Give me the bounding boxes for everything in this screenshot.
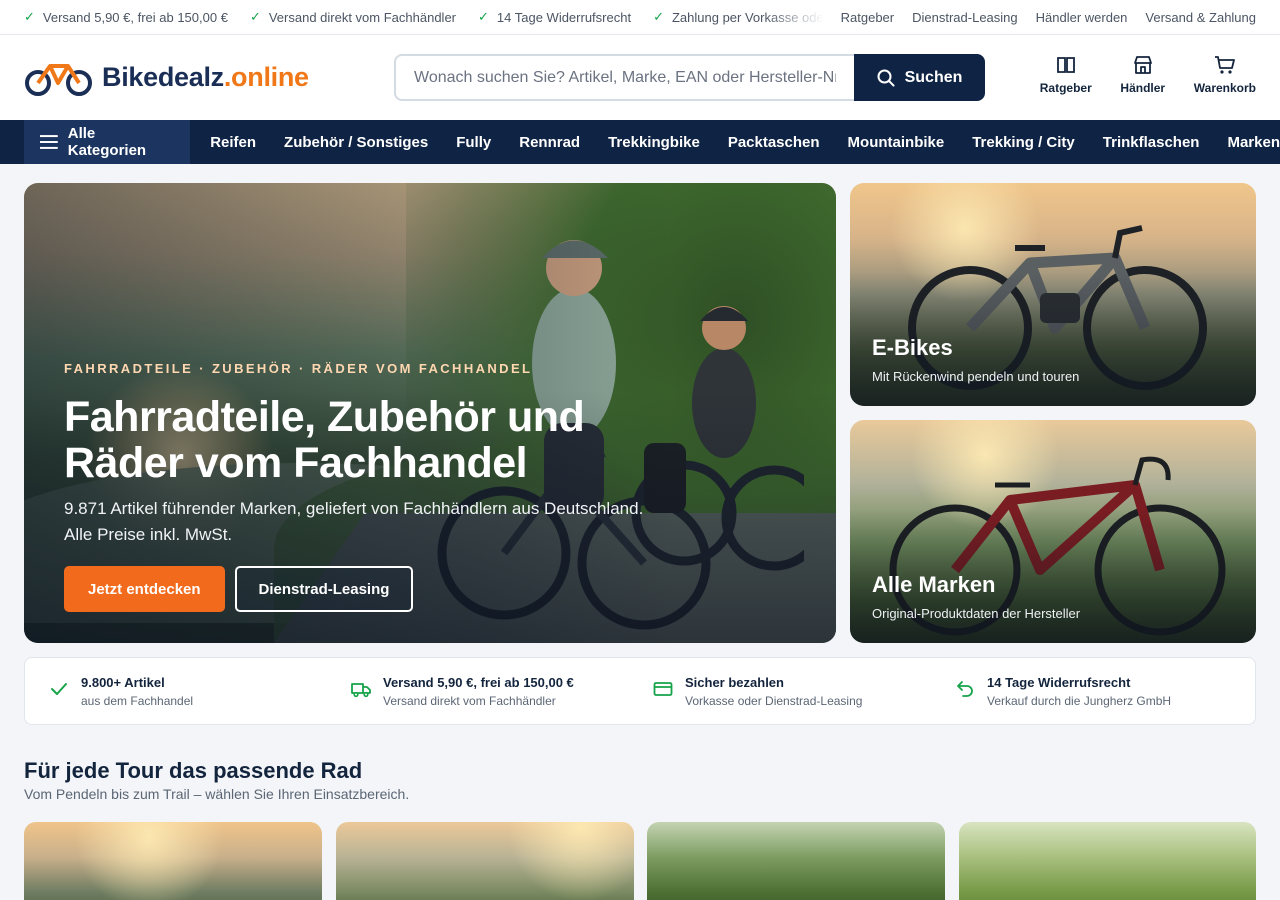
section-title: Für jede Tour das passende Rad — [24, 758, 363, 783]
top-link-ratgeber[interactable]: Ratgeber — [841, 10, 894, 25]
main-nav: Alle Kategorien Reifen Zubehör / Sonstig… — [0, 120, 1280, 164]
alle-marken-card[interactable]: Alle Marken Original-Produktdaten der He… — [850, 420, 1256, 643]
top-bar: ✓ Versand 5,90 €, frei ab 150,00 € ✓ Versa… — [0, 0, 1280, 35]
all-categories-button[interactable]: Alle Kategorien — [24, 120, 191, 164]
logo-text: Bikedealz.online — [102, 62, 309, 92]
credit-card-icon — [653, 681, 673, 696]
ebikes-card[interactable]: E-Bikes Mit Rückenwind pendeln und toure… — [850, 183, 1256, 406]
top-links: Ratgeber Dienstrad-Leasing Händler werde… — [841, 10, 1256, 25]
hero-content: FAHRRADTEILE · ZUBEHÖR · RÄDER VOM FACHH… — [64, 361, 704, 612]
hero-subtitle: 9.871 Artikel führender Marken, geliefer… — [64, 499, 644, 544]
top-link-versand-zahlung[interactable]: Versand & Zahlung — [1145, 10, 1256, 25]
book-icon — [1056, 57, 1075, 73]
logo[interactable]: Bikedealz.online — [24, 58, 394, 98]
search-button[interactable]: Suchen — [854, 54, 985, 101]
feature-item: Sicher bezahlen Vorkasse oder Dienstrad-L… — [629, 675, 931, 708]
nav-item-reifen[interactable]: Reifen — [210, 134, 256, 151]
nav-item-rennrad[interactable]: Rennrad — [519, 134, 580, 151]
card-title: E-Bikes — [872, 335, 953, 360]
nav-item-mountainbike[interactable]: Mountainbike — [848, 134, 945, 151]
tour-card[interactable] — [647, 822, 945, 900]
hero-banner: FAHRRADTEILE · ZUBEHÖR · RÄDER VOM FACHH… — [24, 183, 836, 643]
discover-button[interactable]: Jetzt entdecken — [64, 566, 225, 612]
feature-item: 14 Tage Widerrufsrecht Verkauf durch die … — [931, 675, 1233, 708]
search-input[interactable] — [394, 54, 854, 101]
usp-item: ✓ Versand 5,90 €, frei ab 150,00 € — [24, 9, 228, 25]
nav-item-trekking-city[interactable]: Trekking / City — [972, 134, 1075, 151]
usp-item: ✓ Versand direkt vom Fachhändler — [249, 9, 456, 25]
site-header: Bikedealz.online Suchen Ratgeber Händler… — [0, 35, 1280, 120]
nav-item-trekkingbike[interactable]: Trekkingbike — [608, 134, 700, 151]
nav-item-fully[interactable]: Fully — [456, 134, 491, 151]
top-link-haendler-werden[interactable]: Händler werden — [1036, 10, 1128, 25]
tour-card[interactable] — [24, 822, 322, 900]
card-title: Alle Marken — [872, 572, 996, 597]
feature-item: Versand 5,90 €, frei ab 150,00 € Versand … — [327, 675, 629, 708]
check-icon — [51, 682, 67, 695]
nav-items: Reifen Zubehör / Sonstiges Fully Rennrad… — [210, 134, 1280, 151]
nav-item-trinkflaschen[interactable]: Trinkflaschen — [1103, 134, 1200, 151]
check-icon: ✓ — [653, 9, 664, 24]
hero-title: Fahrradteile, Zubehör und Räder vom Fach… — [64, 393, 585, 487]
sun-glow — [74, 822, 224, 900]
truck-icon — [351, 682, 371, 697]
nav-item-packtaschen[interactable]: Packtaschen — [728, 134, 820, 151]
check-icon: ✓ — [24, 9, 35, 24]
card-subtitle: Mit Rückenwind pendeln und touren — [872, 369, 1080, 384]
usp-item: ✓ 14 Tage Widerrufsrecht — [478, 9, 632, 25]
usp-list: ✓ Versand 5,90 €, frei ab 150,00 € ✓ Versa… — [24, 9, 824, 25]
check-icon: ✓ — [249, 9, 261, 24]
check-icon: ✓ — [478, 9, 489, 24]
feature-bar: 9.800+ Artikel aus dem Fachhandel Versand… — [24, 657, 1256, 725]
search-bar: Suchen — [394, 54, 985, 101]
warenkorb-button[interactable]: Warenkorb — [1194, 55, 1256, 95]
card-subtitle: Original-Produktdaten der Hersteller — [872, 606, 1081, 621]
nav-item-marken[interactable]: Marken — [1227, 134, 1280, 151]
usp-item: ✓ Zahlung per Vorkasse oder — [653, 9, 824, 25]
bike-logo-icon — [25, 63, 92, 96]
return-icon — [957, 680, 973, 697]
nav-item-zubehoer[interactable]: Zubehör / Sonstiges — [284, 134, 428, 151]
section-subtitle: Vom Pendeln bis zum Trail – wählen Sie I… — [24, 786, 410, 802]
leasing-button[interactable]: Dienstrad-Leasing — [234, 566, 414, 612]
store-icon — [1133, 56, 1152, 74]
tour-card[interactable] — [336, 822, 634, 900]
haendler-button[interactable]: Händler — [1118, 55, 1168, 95]
hero-buttons: Jetzt entdecken Dienstrad-Leasing — [64, 566, 704, 612]
card-text: E-Bikes Mit Rückenwind pendeln und toure… — [872, 335, 1079, 384]
hero-kicker: FAHRRADTEILE · ZUBEHÖR · RÄDER VOM FACHH… — [64, 361, 533, 376]
ratgeber-button[interactable]: Ratgeber — [1040, 55, 1092, 95]
feature-item: 9.800+ Artikel aus dem Fachhandel — [25, 675, 327, 708]
sun-glow — [506, 822, 634, 900]
cart-icon — [1214, 56, 1235, 74]
tour-card[interactable] — [959, 822, 1256, 900]
search-icon — [877, 69, 895, 86]
top-link-dienstrad-leasing[interactable]: Dienstrad-Leasing — [912, 10, 1018, 25]
header-actions: Ratgeber Händler Warenkorb — [1040, 55, 1256, 95]
card-text: Alle Marken Original-Produktdaten der He… — [872, 572, 1080, 621]
hamburger-icon — [40, 135, 58, 149]
